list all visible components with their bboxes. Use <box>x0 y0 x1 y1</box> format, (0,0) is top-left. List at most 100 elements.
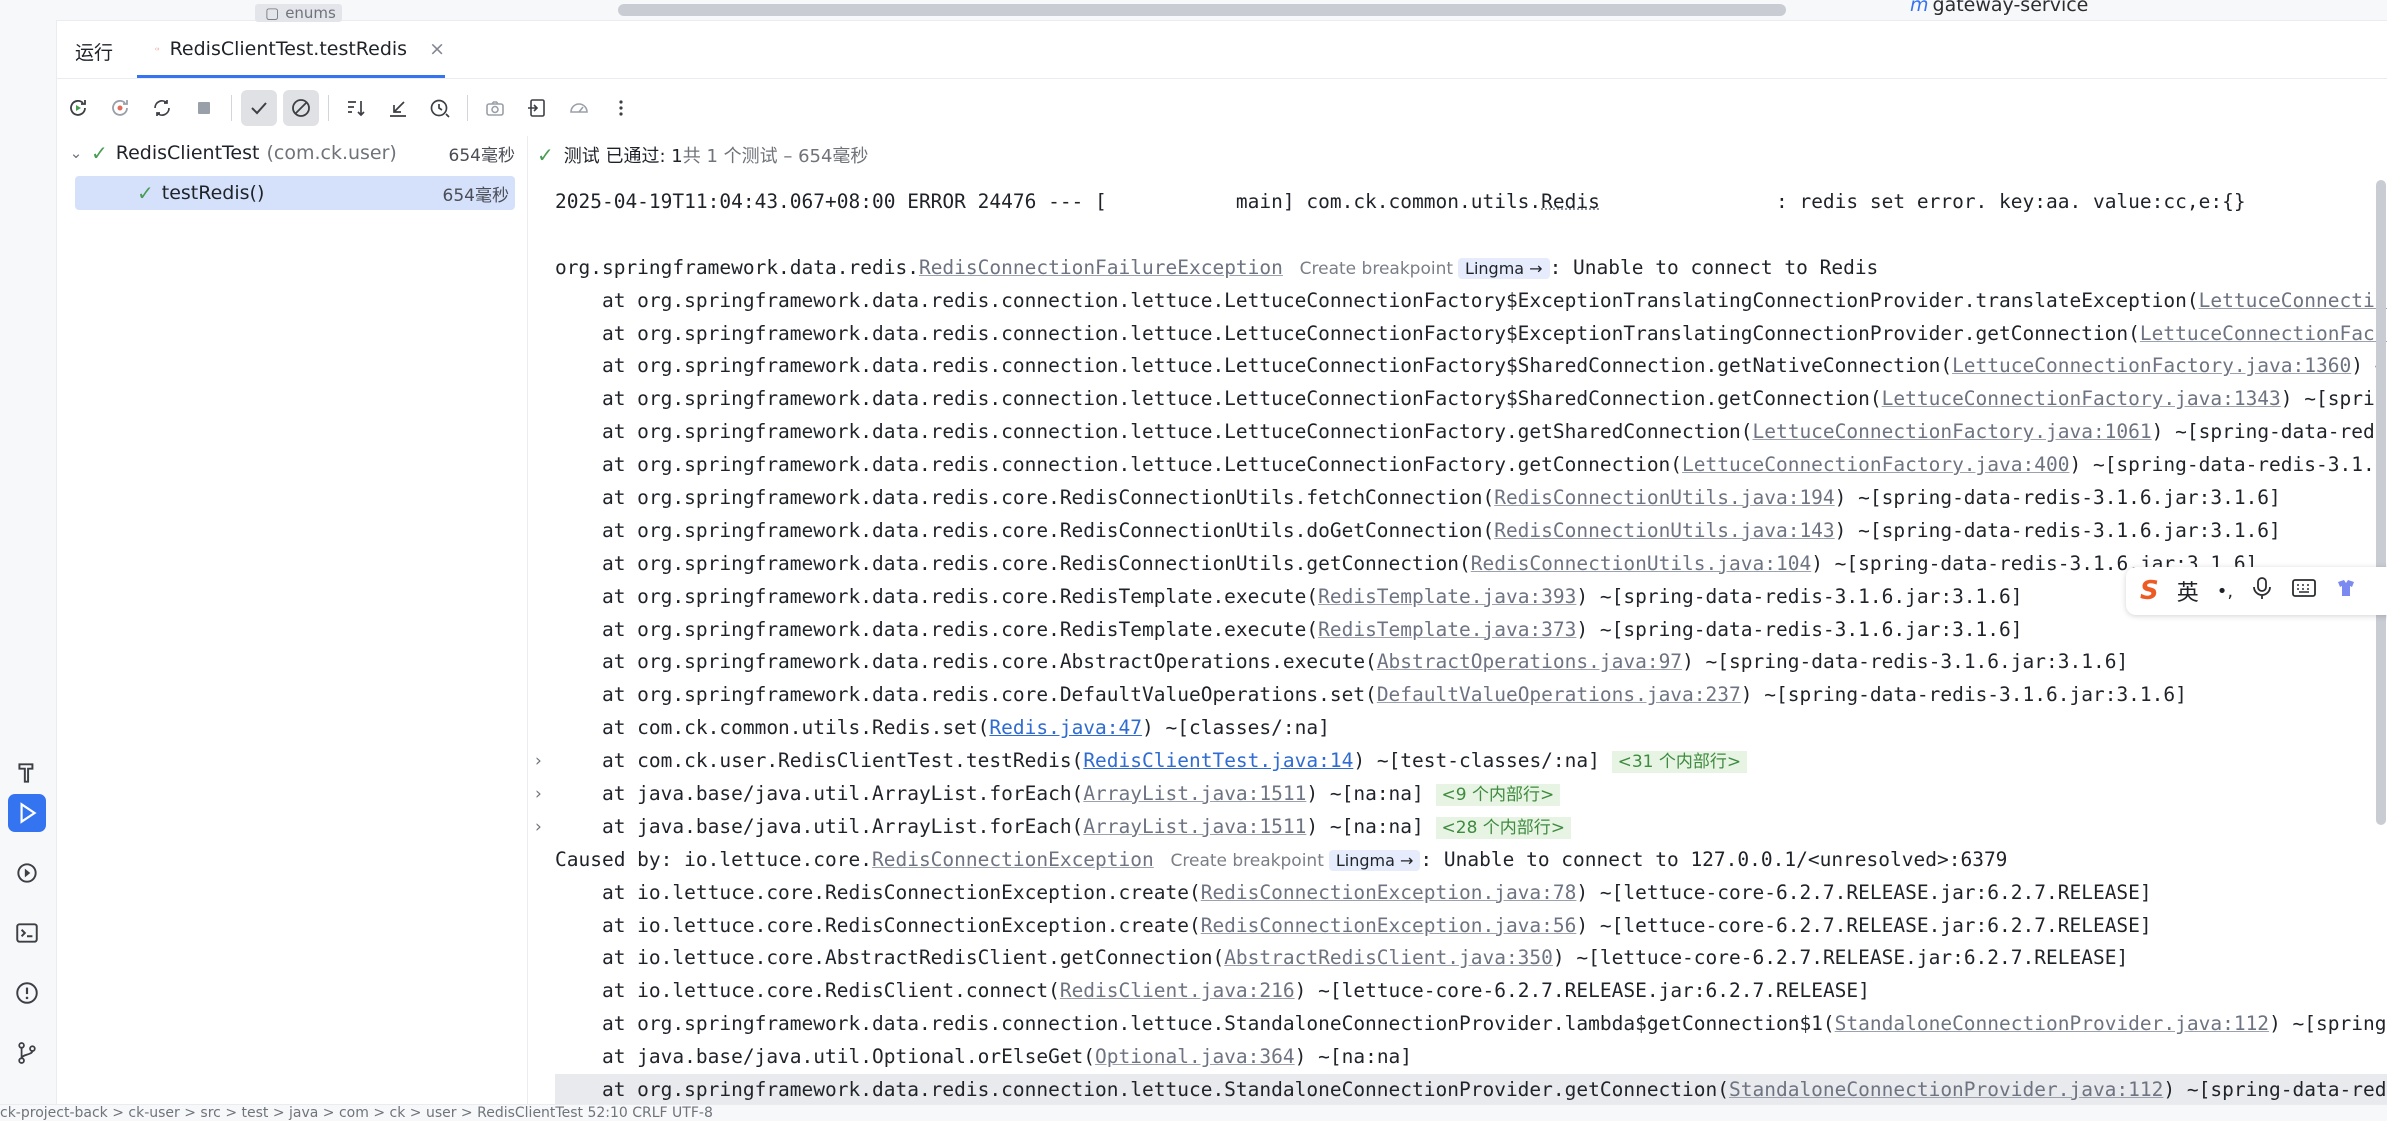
microphone-icon[interactable] <box>2251 576 2273 606</box>
tab-redis-client-test[interactable]: RedisClientTest.testRedis × <box>137 22 445 78</box>
create-breakpoint-link[interactable]: Create breakpoint <box>1166 850 1329 872</box>
log-line: at org.springframework.data.redis.connec… <box>555 1074 2387 1104</box>
exception-link[interactable]: RedisConnectionException <box>872 848 1154 871</box>
expand-chevron-icon[interactable]: › <box>535 778 542 811</box>
source-link[interactable]: RedisConnectionException.java:78 <box>1201 881 1577 904</box>
passed-check-icon: ✓ <box>91 141 108 165</box>
log-text: : redis set error. key:aa. value:cc,e:{} <box>1599 190 2246 213</box>
source-link[interactable]: LettuceConnectionFactory.java:1805 <box>2199 289 2387 312</box>
source-link[interactable]: Optional.java:364 <box>1095 1045 1295 1068</box>
source-link[interactable]: RedisClient.java:216 <box>1060 979 1295 1002</box>
test-class-duration: 654毫秒 <box>448 145 515 166</box>
source-link[interactable]: StandaloneConnectionProvider.java:112 <box>1729 1078 2163 1101</box>
tree-node-redis-client-test[interactable]: ⌄ ✓ RedisClientTest (com.ck.user) 654毫秒 <box>65 136 521 170</box>
sort-alphabetically-button[interactable] <box>338 90 374 126</box>
run-tool-button[interactable] <box>8 794 46 832</box>
terminal-tool-button[interactable] <box>8 914 46 952</box>
log-line: at org.springframework.data.redis.core.A… <box>555 646 2387 679</box>
project-folder-item[interactable]: ▢ enums <box>255 4 342 22</box>
source-link[interactable]: ArrayList.java:1511 <box>1083 815 1306 838</box>
source-link[interactable]: RedisTemplate.java:373 <box>1318 618 1576 641</box>
log-line: at io.lettuce.core.RedisClient.connect(R… <box>555 975 2387 1008</box>
log-class-ref[interactable]: Redis <box>1541 190 1600 213</box>
log-text: at java.base/java.util.ArrayList.forEach… <box>555 782 1084 806</box>
log-line: at org.springframework.data.redis.connec… <box>555 449 2387 482</box>
expand-chevron-icon[interactable]: › <box>535 811 542 844</box>
toggle-auto-test-button[interactable] <box>144 90 180 126</box>
services-tool-button[interactable] <box>8 854 46 892</box>
test-method-duration: 654毫秒 <box>442 185 509 206</box>
skin-icon[interactable] <box>2335 577 2357 605</box>
sogou-logo-icon[interactable]: S <box>2140 576 2159 606</box>
close-icon[interactable]: × <box>429 38 445 60</box>
test-method-name: testRedis() <box>161 182 265 204</box>
test-history-button[interactable] <box>561 90 597 126</box>
rerun-button[interactable] <box>60 90 96 126</box>
log-text: : Unable to connect to 127.0.0.1/<unreso… <box>1420 847 2008 871</box>
module-icon: m <box>1910 0 1929 16</box>
rerun-failed-button[interactable] <box>102 90 138 126</box>
source-link[interactable]: RedisConnectionException.java:56 <box>1201 914 1577 937</box>
passed-check-icon: ✓ <box>537 143 554 167</box>
lingma-button[interactable]: Lingma → <box>1328 849 1421 871</box>
tree-node-test-redis[interactable]: ✓ testRedis() 654毫秒 <box>75 176 515 210</box>
source-link[interactable]: RedisConnectionUtils.java:194 <box>1494 486 1834 509</box>
services-icon <box>17 863 37 883</box>
source-link[interactable]: RedisTemplate.java:393 <box>1318 585 1576 608</box>
source-link[interactable]: RedisConnectionUtils.java:143 <box>1494 519 1834 542</box>
source-link[interactable]: LettuceConnectionFactory.java:1360 <box>1952 354 2351 377</box>
source-link[interactable]: ArrayList.java:1511 <box>1083 782 1306 805</box>
folded-frames-badge[interactable]: <28 个内部行> <box>1435 816 1572 839</box>
log-line: at org.springframework.data.redis.connec… <box>555 350 2387 383</box>
ime-punct-toggle[interactable]: •, <box>2217 581 2233 602</box>
source-link[interactable]: LettuceConnectionFactory.java:1061 <box>1752 420 2151 443</box>
folded-frames-badge[interactable]: <31 个内部行> <box>1611 751 1748 774</box>
source-link[interactable]: LettuceConnectionFactory.java:400 <box>1682 453 2069 476</box>
log-text: ) ~[spring-data-redis-3.1.6.jar:3.1.6] <box>1834 486 2281 510</box>
console-output-panel[interactable]: ✓ 测试 已通过: 1共 1 个测试 – 654毫秒 2025-04-19T11… <box>535 136 2387 1104</box>
source-link[interactable]: LettuceConnectionFactory.java:1736 <box>2140 322 2387 345</box>
console-vertical-scrollbar[interactable] <box>2376 180 2386 825</box>
source-link[interactable]: LettuceConnectionFactory.java:1343 <box>1882 387 2281 410</box>
collapse-all-button[interactable] <box>380 90 416 126</box>
toolbar-separator <box>467 95 468 121</box>
log-line: at org.springframework.data.redis.connec… <box>555 318 2387 351</box>
create-breakpoint-link[interactable]: Create breakpoint <box>1295 258 1458 280</box>
sort-by-duration-button[interactable] <box>422 90 458 126</box>
log-text: at org.springframework.data.redis.connec… <box>555 1078 1729 1102</box>
source-link[interactable]: AbstractOperations.java:97 <box>1377 650 1682 673</box>
build-tool-button[interactable] <box>8 754 46 792</box>
source-link[interactable]: RedisClientTest.java:14 <box>1083 749 1353 772</box>
log-text: ) ~[lettuce-core-6.2.7.RELEASE.jar:6.2.7… <box>1552 946 2129 970</box>
editor-horizontal-scrollbar[interactable] <box>618 4 1786 16</box>
show-ignored-toggle[interactable] <box>283 90 319 126</box>
source-link[interactable]: StandaloneConnectionProvider.java:112 <box>1835 1012 2269 1035</box>
exception-link[interactable]: RedisConnectionFailureException <box>919 256 1283 279</box>
rerun-failed-icon <box>112 100 128 116</box>
problems-tool-button[interactable] <box>8 974 46 1012</box>
ignored-icon <box>292 99 310 117</box>
more-options-button[interactable] <box>603 90 639 126</box>
stop-button[interactable] <box>186 90 222 126</box>
show-passed-toggle[interactable] <box>241 90 277 126</box>
keyboard-icon[interactable] <box>2291 577 2317 605</box>
screenshot-button[interactable] <box>477 90 513 126</box>
source-link[interactable]: RedisConnectionUtils.java:104 <box>1471 552 1811 575</box>
ime-lang-toggle[interactable]: 英 <box>2177 575 2199 607</box>
stacktrace-log[interactable]: 2025-04-19T11:04:43.067+08:00 ERROR 2447… <box>535 186 2387 1104</box>
project-module-item[interactable]: m gateway-service <box>1910 0 2088 16</box>
import-tests-button[interactable] <box>519 90 555 126</box>
source-link[interactable]: DefaultValueOperations.java:237 <box>1377 683 1741 706</box>
source-link[interactable]: AbstractRedisClient.java:350 <box>1224 946 1553 969</box>
folded-frames-badge[interactable]: <9 个内部行> <box>1435 784 1561 807</box>
expand-chevron-icon[interactable]: › <box>535 745 542 778</box>
source-link[interactable]: Redis.java:47 <box>989 716 1142 739</box>
log-line: at org.springframework.data.redis.connec… <box>555 1008 2387 1041</box>
lingma-button[interactable]: Lingma → <box>1458 257 1550 279</box>
log-text: ) ~[spring-data-redis-3.1.6.jar:3.1.6] <box>1576 584 2023 608</box>
chevron-down-icon[interactable]: ⌄ <box>65 144 87 162</box>
git-tool-button[interactable] <box>8 1034 46 1072</box>
log-text: ) ~[na:na] <box>1294 1045 1413 1069</box>
status-bar: ck-project-back > ck-user > src > test >… <box>0 1104 2387 1121</box>
hammer-icon <box>18 763 34 783</box>
